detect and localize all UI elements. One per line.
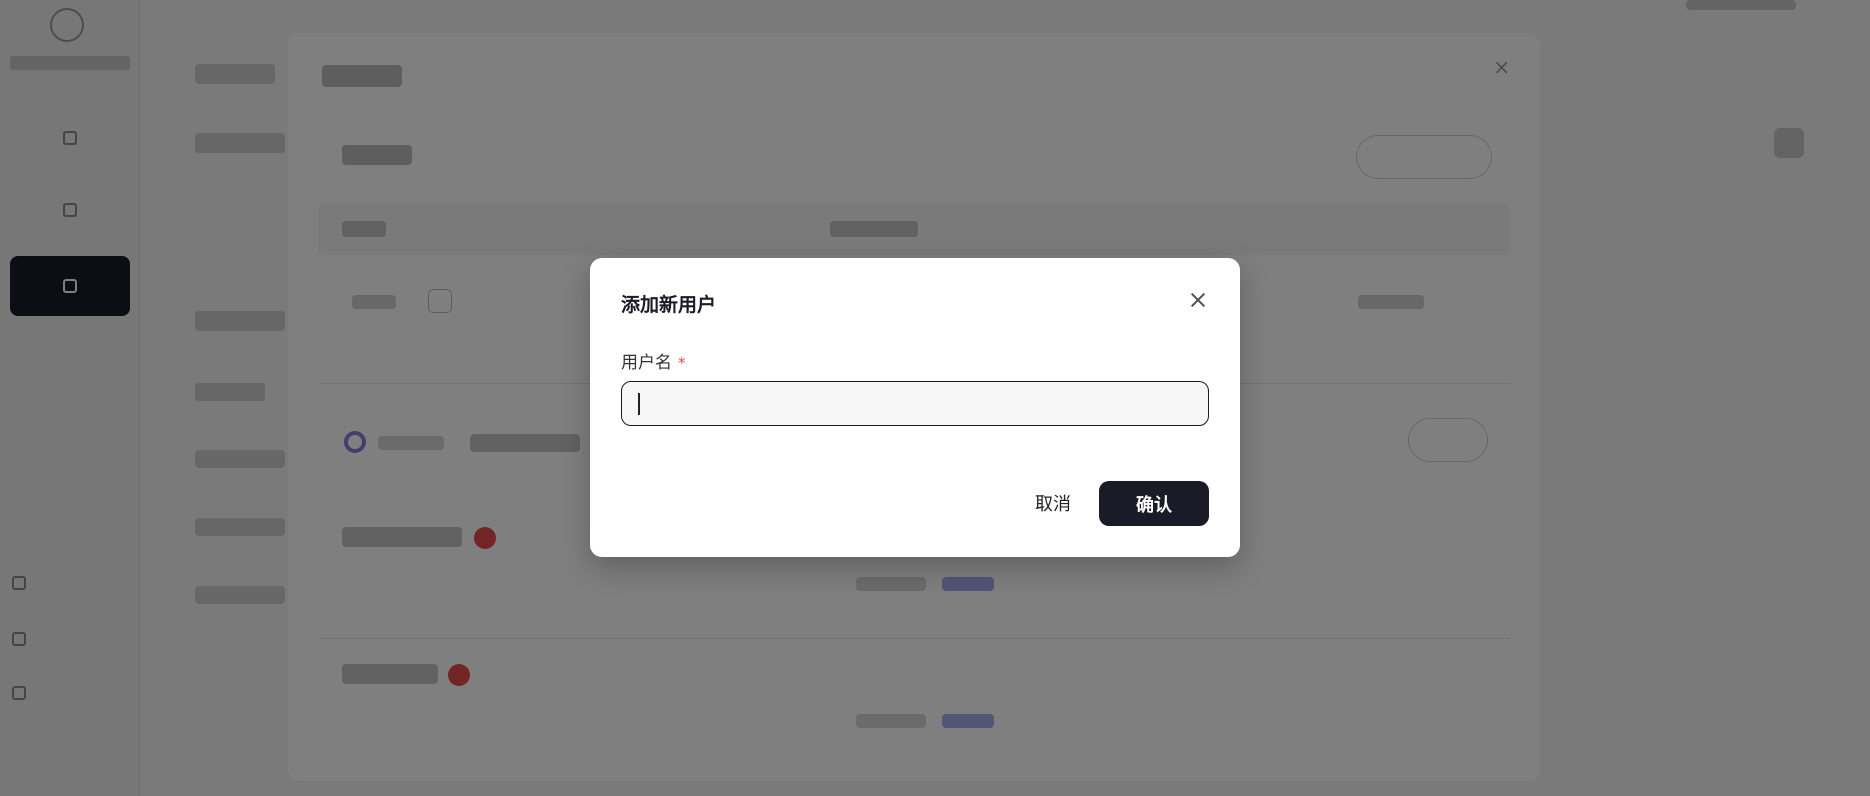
confirm-button[interactable]: 确认 [1099,481,1209,526]
username-label-text: 用户名 [621,353,672,373]
text-cursor [638,393,640,415]
cancel-button[interactable]: 取消 [1018,481,1088,525]
add-user-dialog: 添加新用户 用户名 * 取消 确认 [590,258,1240,557]
required-mark: * [678,354,686,372]
username-input[interactable] [621,381,1209,426]
dialog-title: 添加新用户 [621,294,717,316]
close-icon[interactable] [1190,292,1206,308]
username-label: 用户名 * [621,348,686,373]
